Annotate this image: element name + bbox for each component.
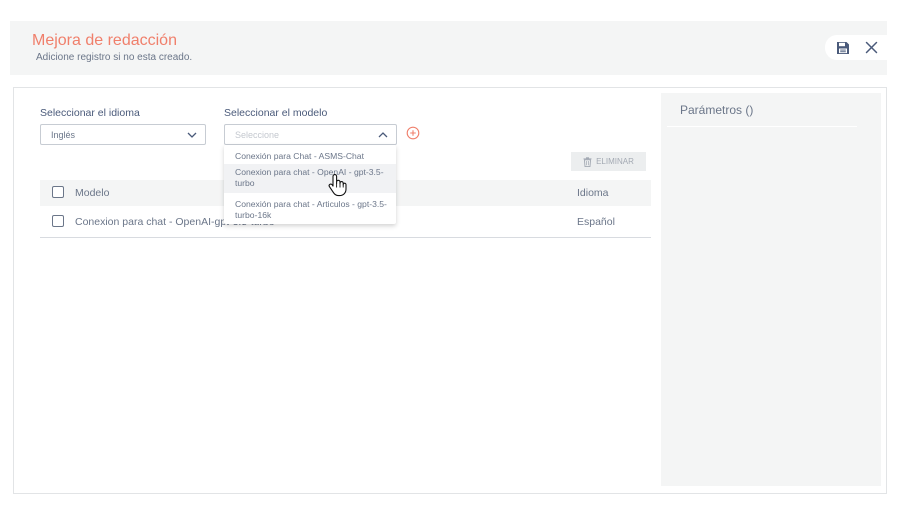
model-select-placeholder: Seleccione xyxy=(235,129,280,140)
column-header-model: Modelo xyxy=(75,187,110,199)
delete-button[interactable]: ELIMINAR xyxy=(571,152,646,171)
language-label: Seleccionar el idioma xyxy=(40,107,140,119)
column-header-language: Idioma xyxy=(577,187,609,199)
row-checkbox[interactable] xyxy=(52,215,64,227)
delete-button-label: ELIMINAR xyxy=(596,157,634,166)
chevron-up-icon xyxy=(378,132,388,138)
page-header: Mejora de redacción Adicione registro si… xyxy=(10,21,887,75)
save-button[interactable] xyxy=(835,40,851,56)
close-icon xyxy=(865,41,877,54)
model-dropdown-list: Conexión para Chat - ASMS-Chat Conexion … xyxy=(224,145,396,224)
row-language: Español xyxy=(577,216,615,228)
close-button[interactable] xyxy=(863,40,879,56)
dropdown-option[interactable]: Conexión para chat - Articulos - gpt-3.5… xyxy=(224,195,396,223)
save-icon xyxy=(837,41,849,54)
trash-icon xyxy=(583,156,592,167)
language-select[interactable]: Inglés xyxy=(40,124,206,145)
parameters-divider xyxy=(667,126,857,127)
model-label: Seleccionar el modelo xyxy=(224,107,328,119)
page-title: Mejora de redacción xyxy=(32,32,177,49)
dropdown-option[interactable]: Conexión para Chat - ASMS-Chat xyxy=(224,149,396,163)
select-all-checkbox[interactable] xyxy=(52,186,64,198)
parameters-title: Parámetros () xyxy=(680,103,754,117)
language-select-value: Inglés xyxy=(51,129,76,140)
chevron-down-icon xyxy=(187,132,197,138)
page-subtitle: Adicione registro si no esta creado. xyxy=(36,52,193,63)
model-select[interactable]: Seleccione xyxy=(224,124,397,145)
hand-cursor-icon xyxy=(328,174,347,197)
parameters-panel: Parámetros () xyxy=(661,93,881,486)
dropdown-option-hovered[interactable]: Conexion para chat - OpenAI - gpt-3.5-tu… xyxy=(224,164,396,193)
add-circle-icon[interactable] xyxy=(406,126,420,140)
header-actions xyxy=(825,35,887,60)
